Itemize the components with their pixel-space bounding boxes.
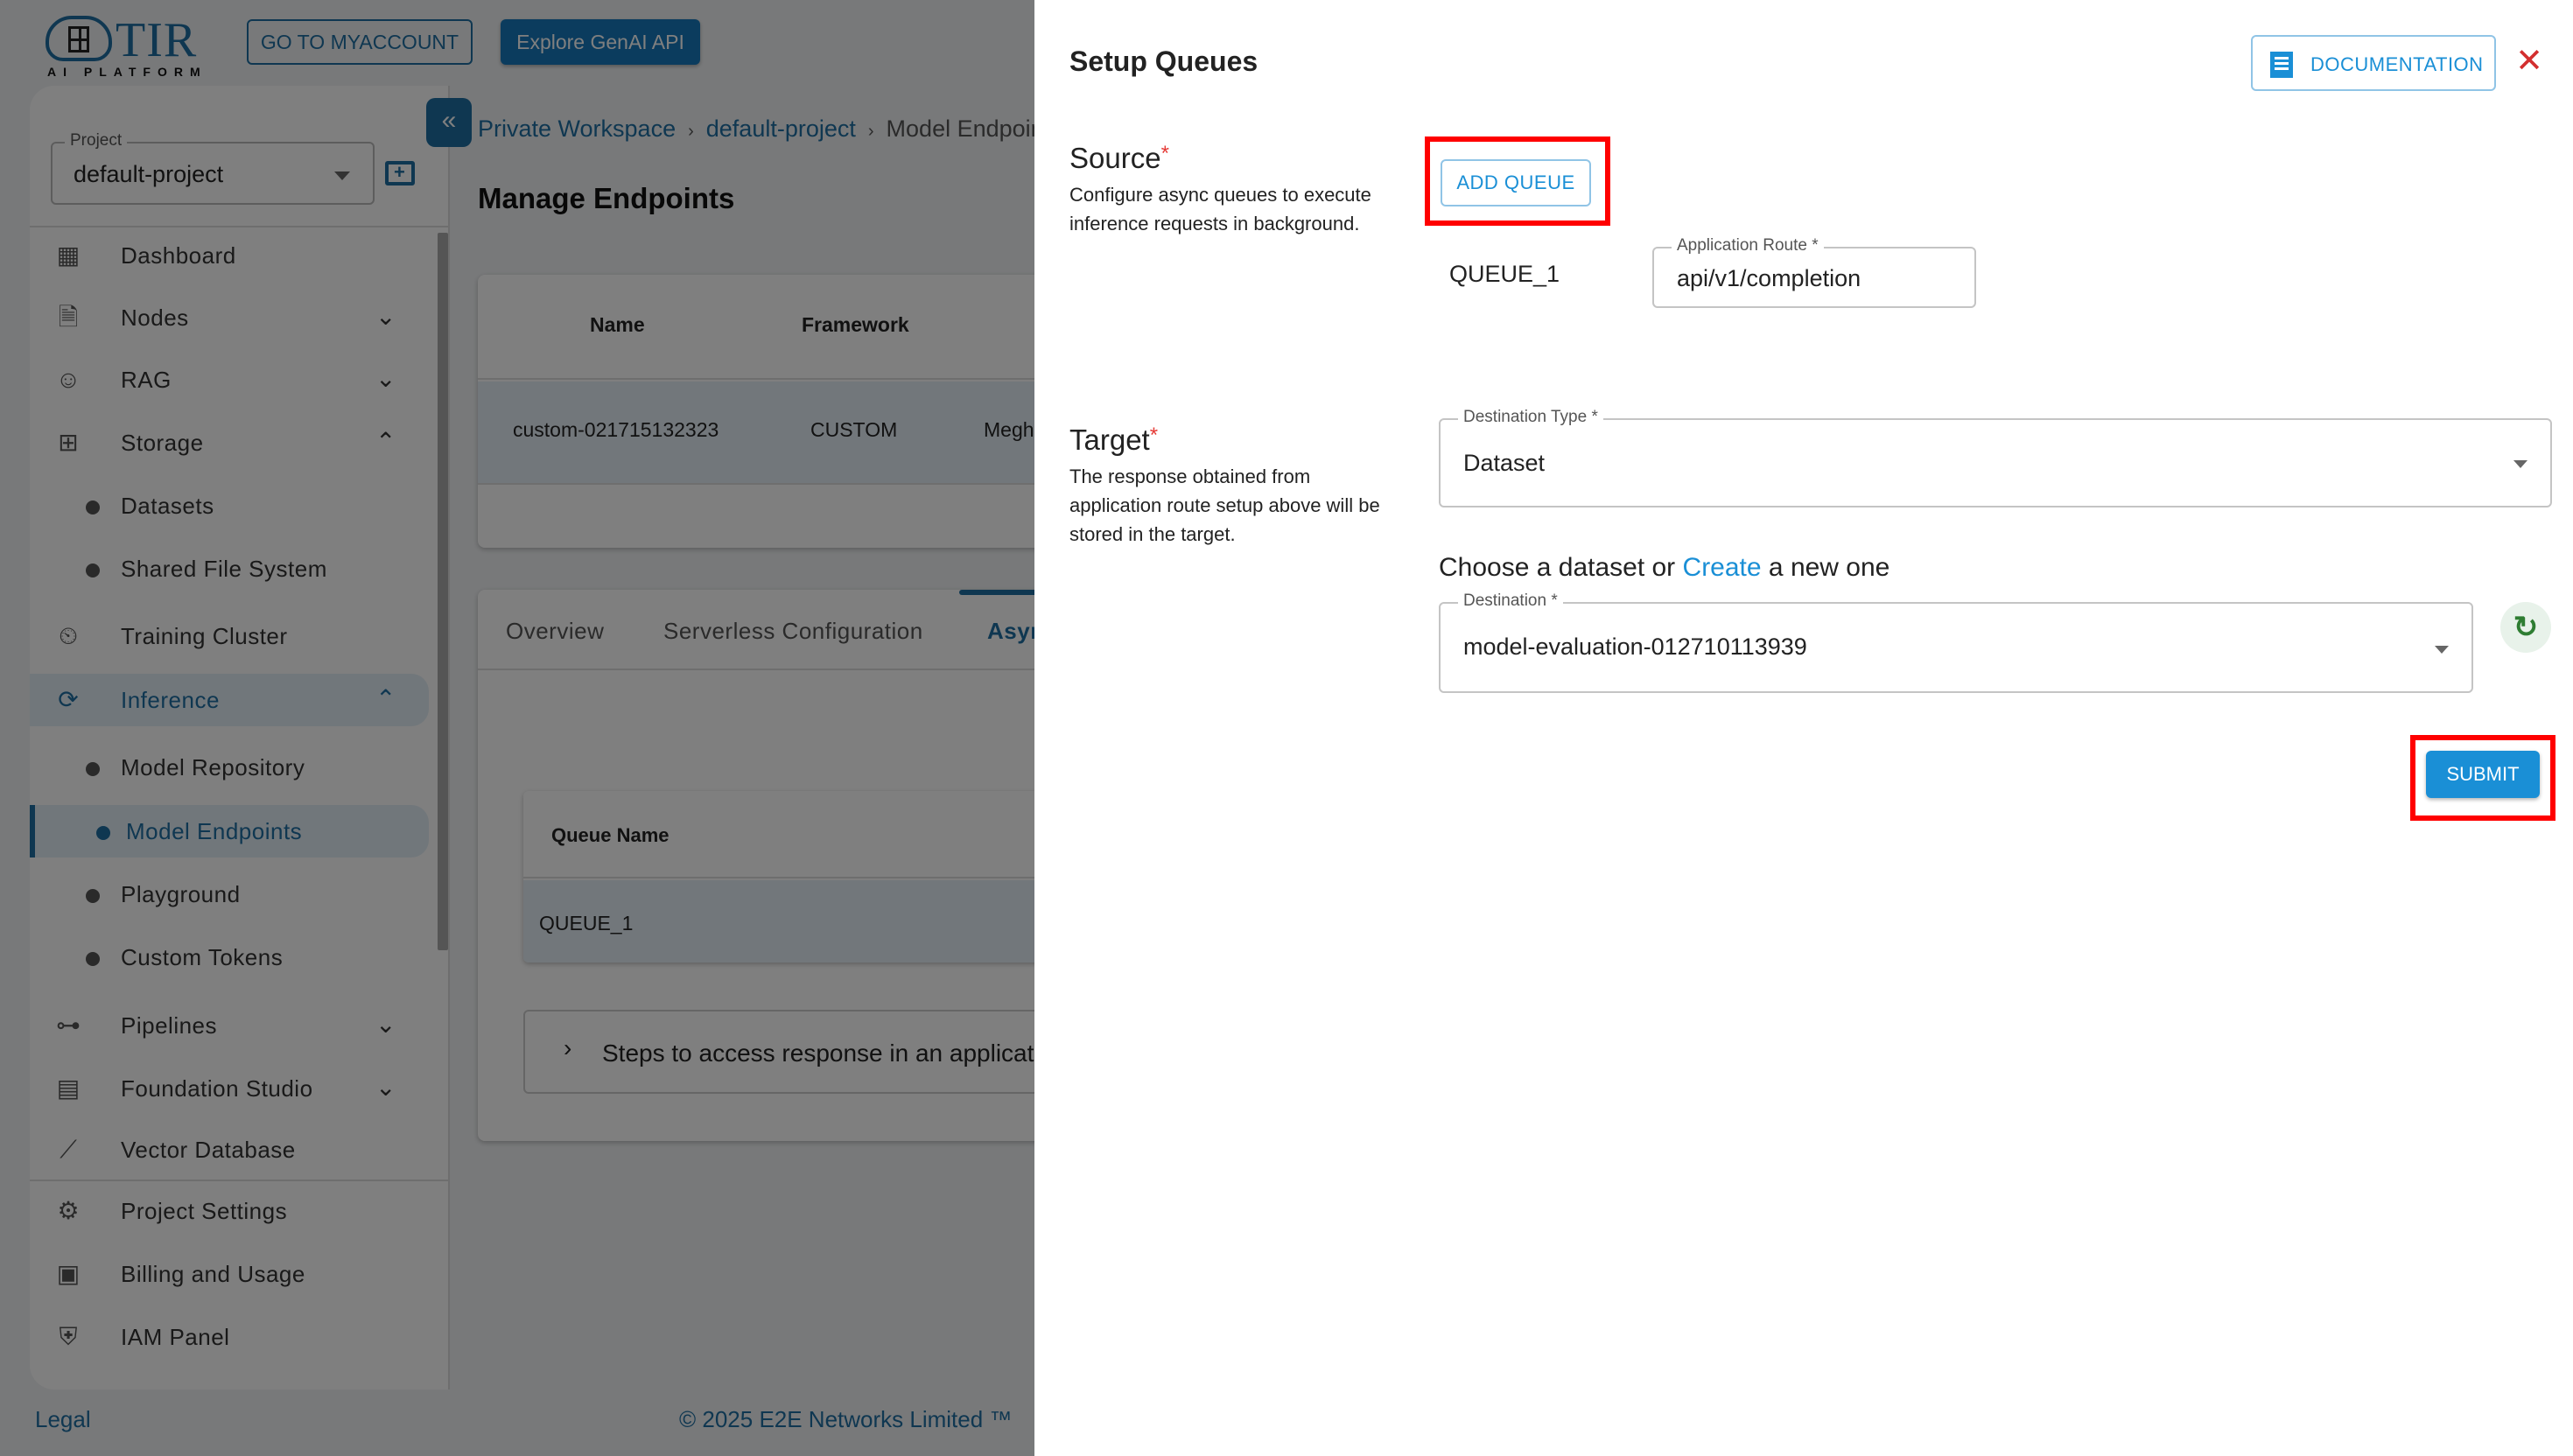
application-route-label: Application Route *	[1672, 236, 1824, 256]
submit-button[interactable]: SUBMIT	[2426, 751, 2540, 798]
caret-down-icon	[2435, 646, 2449, 654]
documentation-button[interactable]: DOCUMENTATION	[2251, 35, 2496, 91]
caret-down-icon	[2513, 460, 2527, 468]
refresh-button[interactable]: ↻	[2500, 602, 2551, 653]
destination-label: Destination *	[1458, 592, 1563, 611]
close-icon: ✕	[2515, 43, 2543, 80]
add-queue-button[interactable]: ADD QUEUE	[1441, 159, 1591, 206]
destination-value: model-evaluation-012710113939	[1463, 634, 1807, 660]
choose-prefix: Choose a dataset or	[1439, 553, 1676, 582]
close-button[interactable]: ✕	[2510, 42, 2548, 80]
destination-type-value: Dataset	[1463, 450, 1546, 476]
required-mark: *	[1160, 142, 1169, 165]
choose-suffix: a new one	[1768, 553, 1890, 582]
source-description: Configure async queues to execute infere…	[1069, 184, 1371, 234]
target-description: The response obtained from application r…	[1069, 466, 1380, 545]
destination-type-label: Destination Type *	[1458, 408, 1603, 427]
source-title-text: Source	[1069, 142, 1161, 174]
destination-type-select[interactable]: Destination Type * Dataset	[1439, 408, 2552, 508]
create-dataset-link[interactable]: Create	[1683, 553, 1762, 582]
document-icon	[2270, 52, 2293, 78]
documentation-label: DOCUMENTATION	[2310, 53, 2484, 75]
target-title: Target*	[1069, 424, 1158, 457]
required-mark: *	[1149, 424, 1159, 447]
setup-queues-drawer: Setup Queues DOCUMENTATION ✕ Source* Con…	[1034, 0, 2573, 1456]
destination-select[interactable]: Destination * model-evaluation-012710113…	[1439, 592, 2473, 693]
application-route-field[interactable]: Application Route *	[1652, 236, 1976, 308]
queue-name: QUEUE_1	[1449, 261, 1560, 287]
target-title-text: Target	[1069, 424, 1150, 456]
source-title: Source*	[1069, 142, 1169, 175]
refresh-icon: ↻	[2513, 611, 2539, 644]
drawer-title: Setup Queues	[1069, 46, 1258, 77]
choose-dataset-text: Choose a dataset or Create a new one	[1439, 553, 1889, 583]
application-route-input[interactable]	[1677, 262, 1957, 294]
